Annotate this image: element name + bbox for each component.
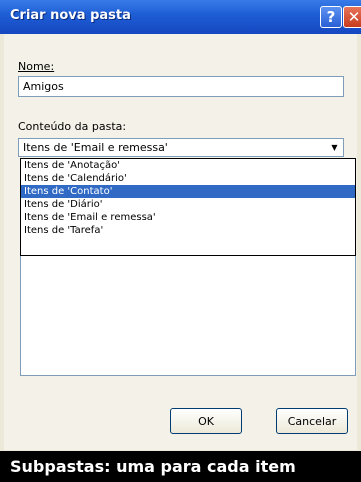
- dropdown-option-selected[interactable]: Itens de 'Contato': [21, 185, 355, 198]
- close-button[interactable]: ✕: [343, 6, 361, 28]
- caption-bar: Subpastas: uma para cada item: [0, 451, 361, 482]
- name-label: Nome:: [18, 60, 54, 73]
- folder-tree[interactable]: [20, 256, 356, 376]
- name-field[interactable]: Amigos: [18, 76, 344, 97]
- chevron-down-icon[interactable]: ▼: [327, 140, 342, 155]
- close-icon: ✕: [347, 8, 361, 26]
- combobox-value: Itens de 'Email e remessa': [23, 141, 168, 154]
- dropdown-option[interactable]: Itens de 'Anotação': [21, 159, 355, 172]
- content-label: Conteúdo da pasta:: [18, 120, 127, 133]
- help-button[interactable]: ?: [320, 6, 342, 28]
- dropdown-option[interactable]: Itens de 'Tarefa': [21, 224, 355, 237]
- window-title: Criar nova pasta: [10, 8, 131, 23]
- ok-button[interactable]: OK: [170, 408, 242, 434]
- dropdown-option[interactable]: Itens de 'Diário': [21, 198, 355, 211]
- name-label-text: Nome:: [18, 60, 55, 73]
- title-bar: Criar nova pasta ? ✕: [0, 0, 361, 34]
- cancel-button[interactable]: Cancelar: [276, 408, 348, 434]
- help-icon: ?: [326, 8, 336, 26]
- content-combobox[interactable]: Itens de 'Email e remessa' ▼: [18, 138, 344, 157]
- dropdown-option[interactable]: Itens de 'Calendário': [21, 172, 355, 185]
- dropdown-option[interactable]: Itens de 'Email e remessa': [21, 211, 355, 224]
- dropdown-list: Itens de 'Anotação' Itens de 'Calendário…: [20, 158, 356, 256]
